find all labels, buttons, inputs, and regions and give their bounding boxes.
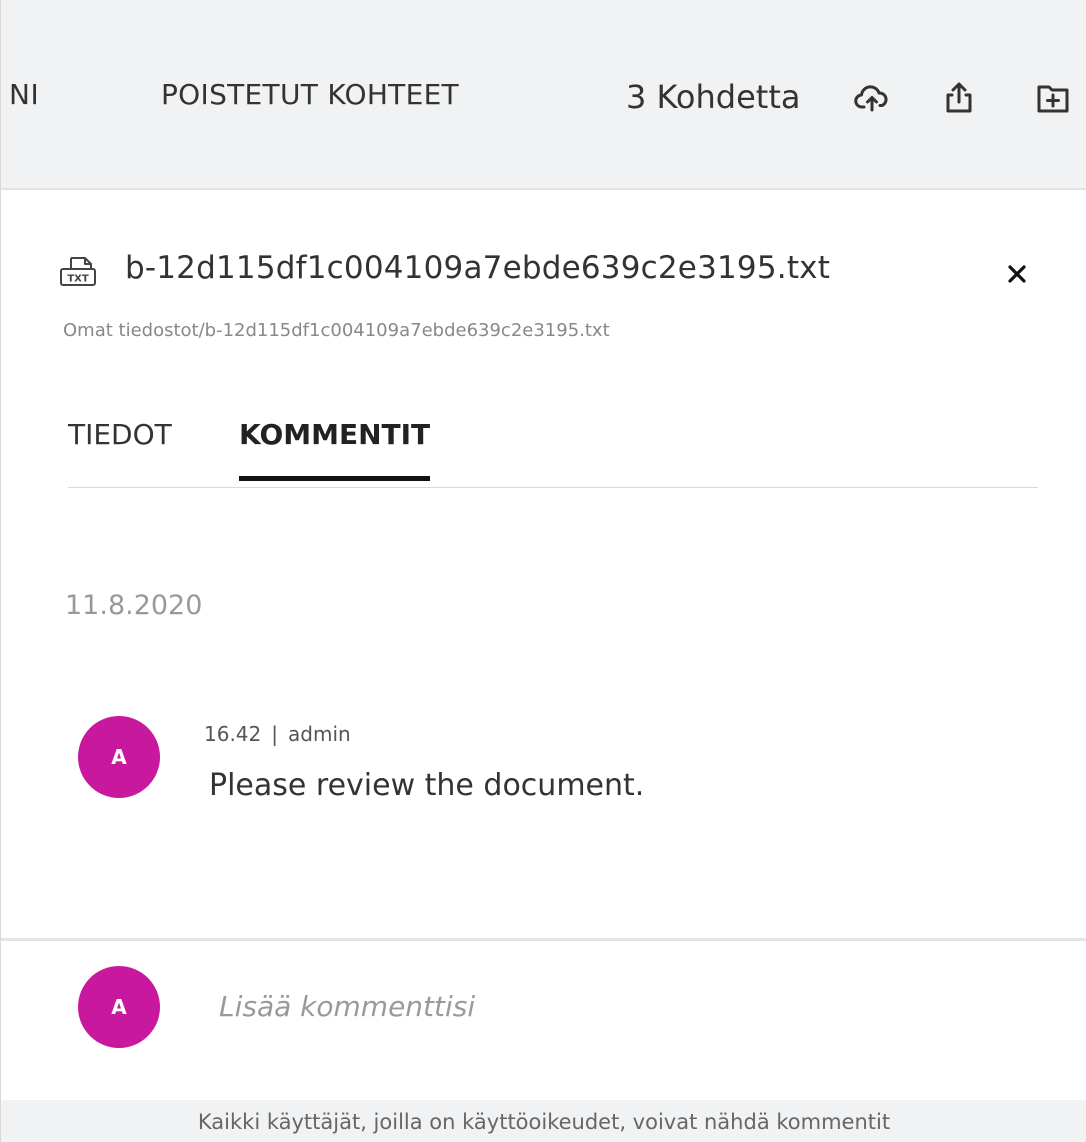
comment-meta: 16.42 | admin — [204, 722, 351, 746]
comment-date-heading: 11.8.2020 — [65, 590, 203, 621]
new-folder-icon[interactable] — [1033, 78, 1073, 118]
active-tab-indicator — [239, 476, 431, 481]
item-count: 3 Kohdetta — [626, 78, 801, 116]
avatar: A — [78, 716, 160, 798]
comments-visibility-note: Kaikki käyttäjät, joilla on käyttöoikeud… — [1, 1100, 1086, 1142]
top-toolbar: NI POISTETUT KOHTEET 3 Kohdetta — [1, 0, 1086, 190]
comment-input[interactable] — [219, 984, 1019, 1028]
avatar-initial: A — [111, 995, 127, 1019]
avatar: A — [78, 966, 160, 1048]
comment-meta-separator: | — [271, 722, 279, 746]
cloud-upload-icon[interactable] — [852, 78, 892, 118]
comment-time: 16.42 — [204, 722, 262, 746]
nav-tab-partial[interactable]: NI — [9, 78, 39, 111]
file-path: Omat tiedostot/b-12d115df1c004109a7ebde6… — [63, 320, 610, 341]
close-icon[interactable] — [1001, 258, 1033, 290]
details-tabs: TIEDOT KOMMENTIT — [68, 408, 1038, 488]
tab-tiedot[interactable]: TIEDOT — [68, 418, 172, 483]
comment-text: Please review the document. — [209, 768, 645, 803]
tab-kommentit[interactable]: KOMMENTIT — [239, 418, 431, 483]
file-name: b-12d115df1c004109a7ebde639c2e3195.txt — [125, 250, 831, 286]
avatar-initial: A — [111, 745, 127, 769]
nav-tab-deleted-items[interactable]: POISTETUT KOHTEET — [161, 78, 459, 111]
details-panel-frame: NI POISTETUT KOHTEET 3 Kohdetta TXT b-12… — [0, 0, 1086, 1142]
share-icon[interactable] — [939, 78, 979, 118]
tab-label: TIEDOT — [68, 418, 172, 451]
svg-text:TXT: TXT — [67, 274, 89, 285]
txt-file-icon: TXT — [59, 256, 99, 288]
tab-label: KOMMENTIT — [239, 418, 431, 451]
comment-author: admin — [288, 722, 351, 746]
